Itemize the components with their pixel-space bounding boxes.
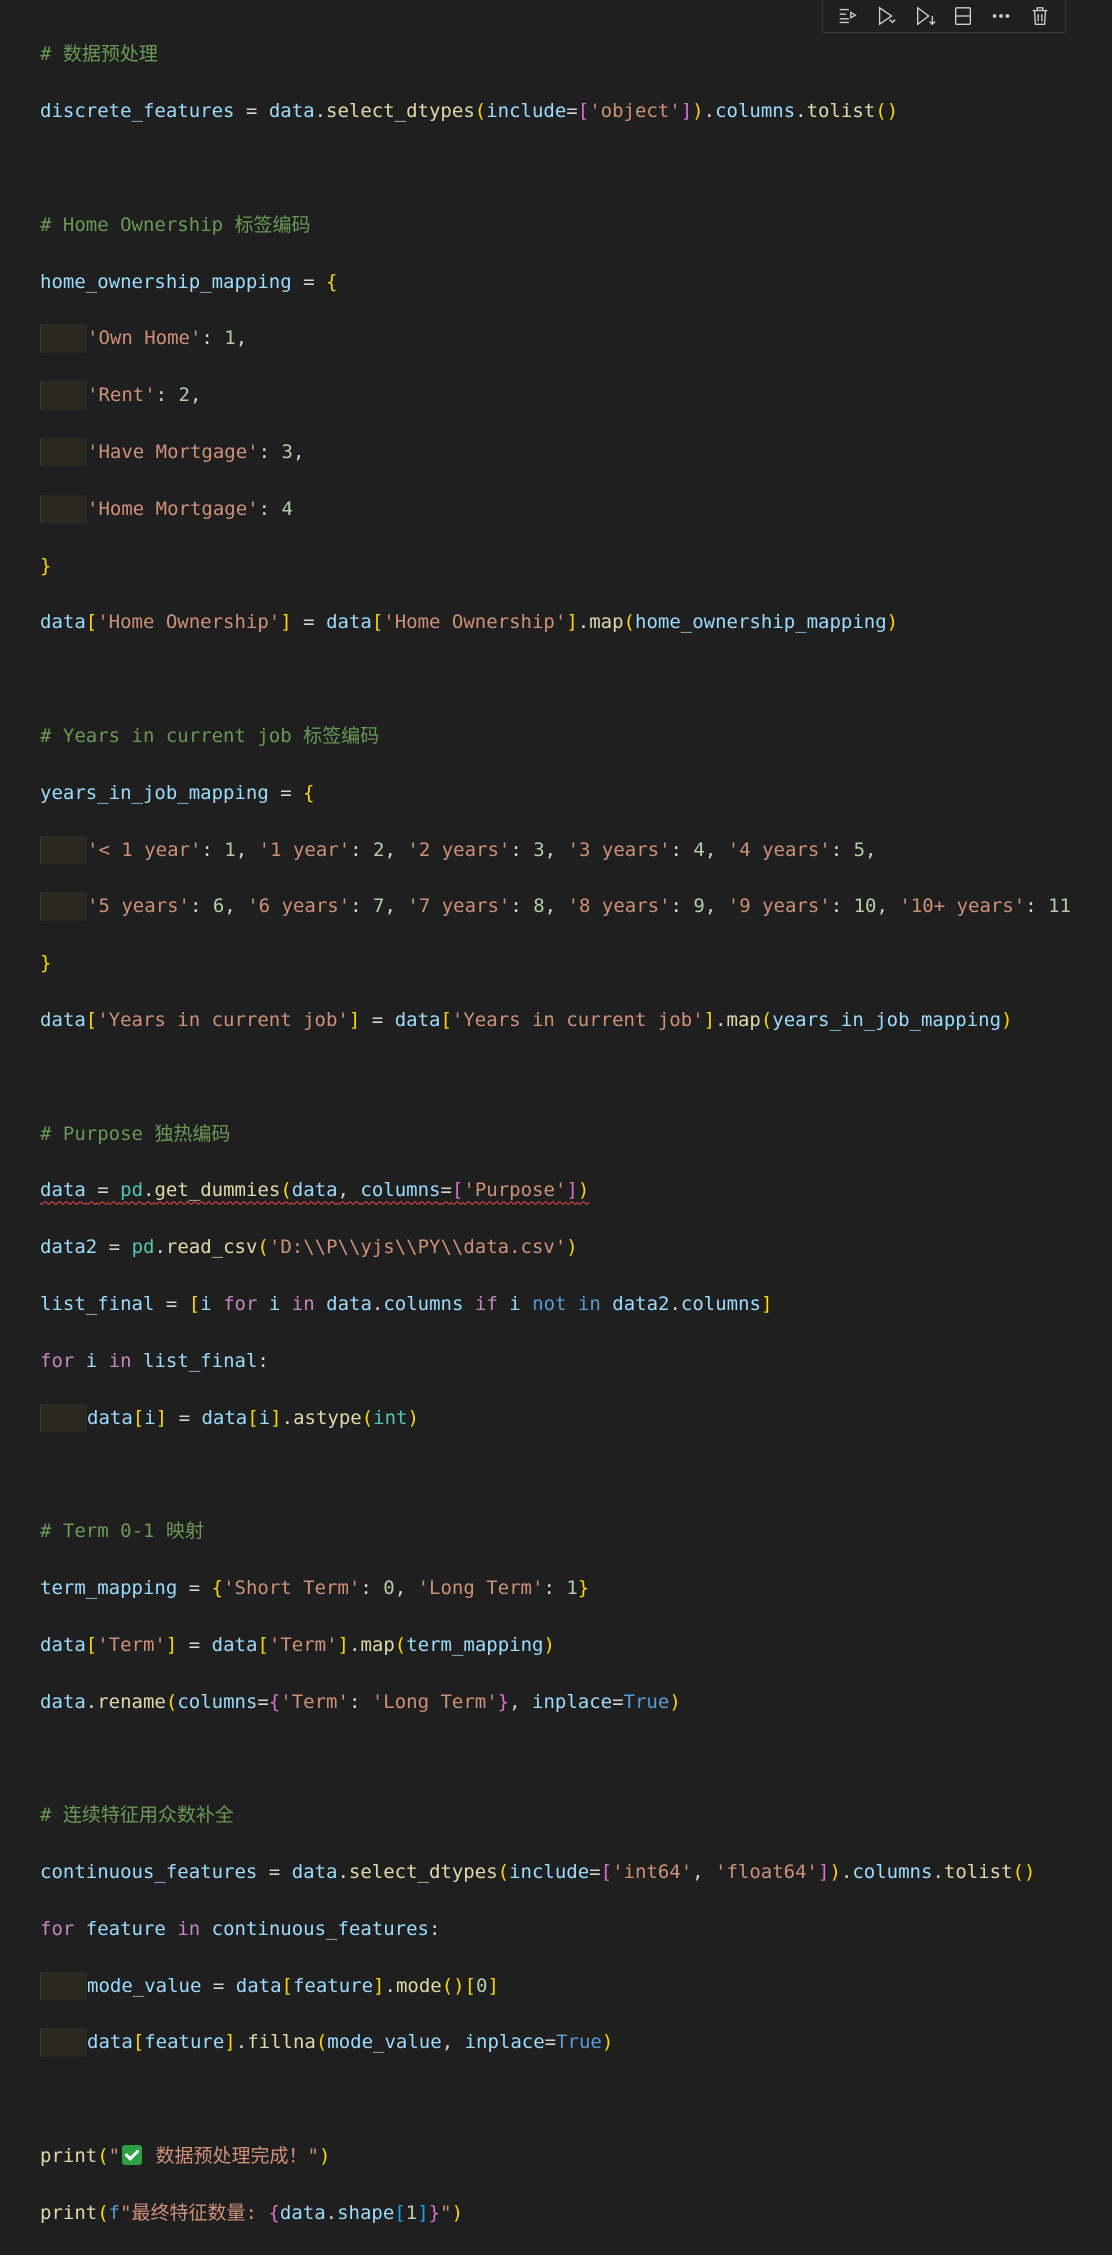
code-line: list_final = [i for i in data.columns if… <box>40 1292 773 1315</box>
code-line: # Home Ownership 标签编码 <box>40 211 1071 239</box>
code-line: home_ownership_mapping = { <box>40 270 338 293</box>
code-line: data['Home Ownership'] = data['Home Owne… <box>40 611 899 634</box>
code-line: data['Term'] = data['Term'].map(term_map… <box>40 1633 555 1656</box>
code-line: } <box>40 554 52 577</box>
comment: # Purpose 独热编码 <box>40 1122 231 1145</box>
code-line: data = pd.get_dummies(data, columns=['Pu… <box>40 1176 1071 1204</box>
code-line: 'Have Mortgage': 3, <box>40 437 1071 467</box>
comment: # Home Ownership 标签编码 <box>40 213 311 236</box>
code-line: '5 years': 6, '6 years': 7, '7 years': 8… <box>40 892 1071 921</box>
comment: # 连续特征用众数补全 <box>40 1804 234 1827</box>
comment: # Term 0-1 映射 <box>40 1520 204 1543</box>
code-line: data.rename(columns={'Term': 'Long Term'… <box>40 1690 681 1713</box>
code-line: for i in list_final: <box>40 1349 269 1372</box>
code-line: mode_value = data[feature].mode()[0] <box>40 1971 1071 2000</box>
code-line: '< 1 year': 1, '1 year': 2, '2 years': 3… <box>40 835 1071 864</box>
code-line: data2 = pd.read_csv('D:\\P\\yjs\\PY\\dat… <box>40 1236 578 1259</box>
comment: # Years in current job 标签编码 <box>40 724 380 747</box>
code-line: for feature in continuous_features: <box>40 1917 441 1940</box>
code-line: data[feature].fillna(mode_value, inplace… <box>40 2028 1071 2057</box>
code-line: data[i] = data[i].astype(int) <box>40 1403 1071 1432</box>
code-editor[interactable]: # 数据预处理 discrete_features = data.select_… <box>40 12 1071 2255</box>
code-line: 'Own Home': 1, <box>40 324 1071 353</box>
code-line: 'Home Mortgage': 4 <box>40 494 1071 524</box>
code-line: term_mapping = {'Short Term': 0, 'Long T… <box>40 1576 590 1599</box>
code-line: 'Rent': 2, <box>40 381 1071 410</box>
code-line: } <box>40 952 52 975</box>
comment: # 数据预处理 <box>40 43 158 66</box>
code-line: # 数据预处理 <box>40 40 1071 68</box>
code-line: # Purpose 独热编码 <box>40 1120 1071 1148</box>
code-line: data['Years in current job'] = data['Yea… <box>40 1008 1013 1031</box>
code-line: # Term 0-1 映射 <box>40 1517 1071 1545</box>
code-line: years_in_job_mapping = { <box>40 781 315 804</box>
code-line: # 连续特征用众数补全 <box>40 1801 1071 1829</box>
code-line: print(" 数据预处理完成！") <box>40 2144 331 2167</box>
code-line: continuous_features = data.select_dtypes… <box>40 1860 1036 1883</box>
check-mark-icon <box>122 2144 143 2165</box>
code-line: print(f"最终特征数量: {data.shape[1]}") <box>40 2201 464 2224</box>
code-line: discrete_features = data.select_dtypes(i… <box>40 100 899 123</box>
error-squiggle: data = pd.get_dummies(data, columns=['Pu… <box>40 1179 590 1202</box>
code-line: # Years in current job 标签编码 <box>40 722 1071 750</box>
